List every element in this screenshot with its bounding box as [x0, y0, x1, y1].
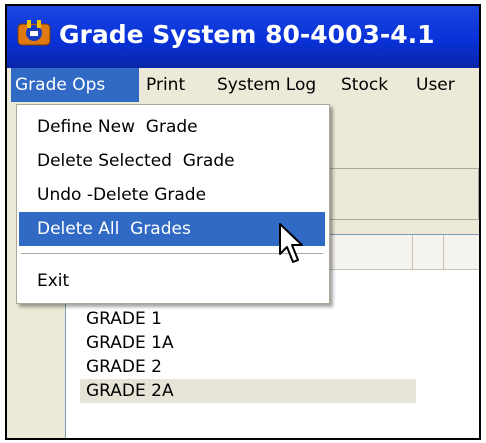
- grade-list-row-4-selected[interactable]: GRADE 2A: [80, 379, 416, 403]
- menu-user[interactable]: User: [416, 68, 455, 102]
- title-bar[interactable]: Grade System 80-4003-4.1: [7, 6, 479, 68]
- app-window: Grade System 80-4003-4.1 Grade Ops Print…: [5, 4, 481, 440]
- grade-ops-dropdown: Define New Grade Delete Selected Grade U…: [16, 104, 330, 304]
- menu-bar: Grade Ops Print System Log Stock User: [7, 68, 479, 102]
- grade-list-row-1[interactable]: GRADE 1: [86, 307, 162, 331]
- menu-item-define-new-grade[interactable]: Define New Grade: [19, 110, 325, 144]
- column-header-2[interactable]: [413, 235, 444, 269]
- menu-print[interactable]: Print: [146, 68, 185, 102]
- menu-item-exit[interactable]: Exit: [19, 264, 325, 298]
- mouse-pointer-icon: [279, 223, 303, 263]
- grade-list-row-2[interactable]: GRADE 1A: [86, 331, 174, 355]
- menu-grade-ops[interactable]: Grade Ops: [11, 68, 139, 102]
- window-title: Grade System 80-4003-4.1: [59, 20, 435, 49]
- app-icon: [17, 20, 51, 46]
- menu-item-delete-selected-grade[interactable]: Delete Selected Grade: [19, 144, 325, 178]
- menu-system-log[interactable]: System Log: [217, 68, 316, 102]
- menu-stock[interactable]: Stock: [341, 68, 388, 102]
- menu-item-undo-delete-grade[interactable]: Undo -Delete Grade: [19, 178, 325, 212]
- grade-list-row-3[interactable]: GRADE 2: [86, 355, 162, 379]
